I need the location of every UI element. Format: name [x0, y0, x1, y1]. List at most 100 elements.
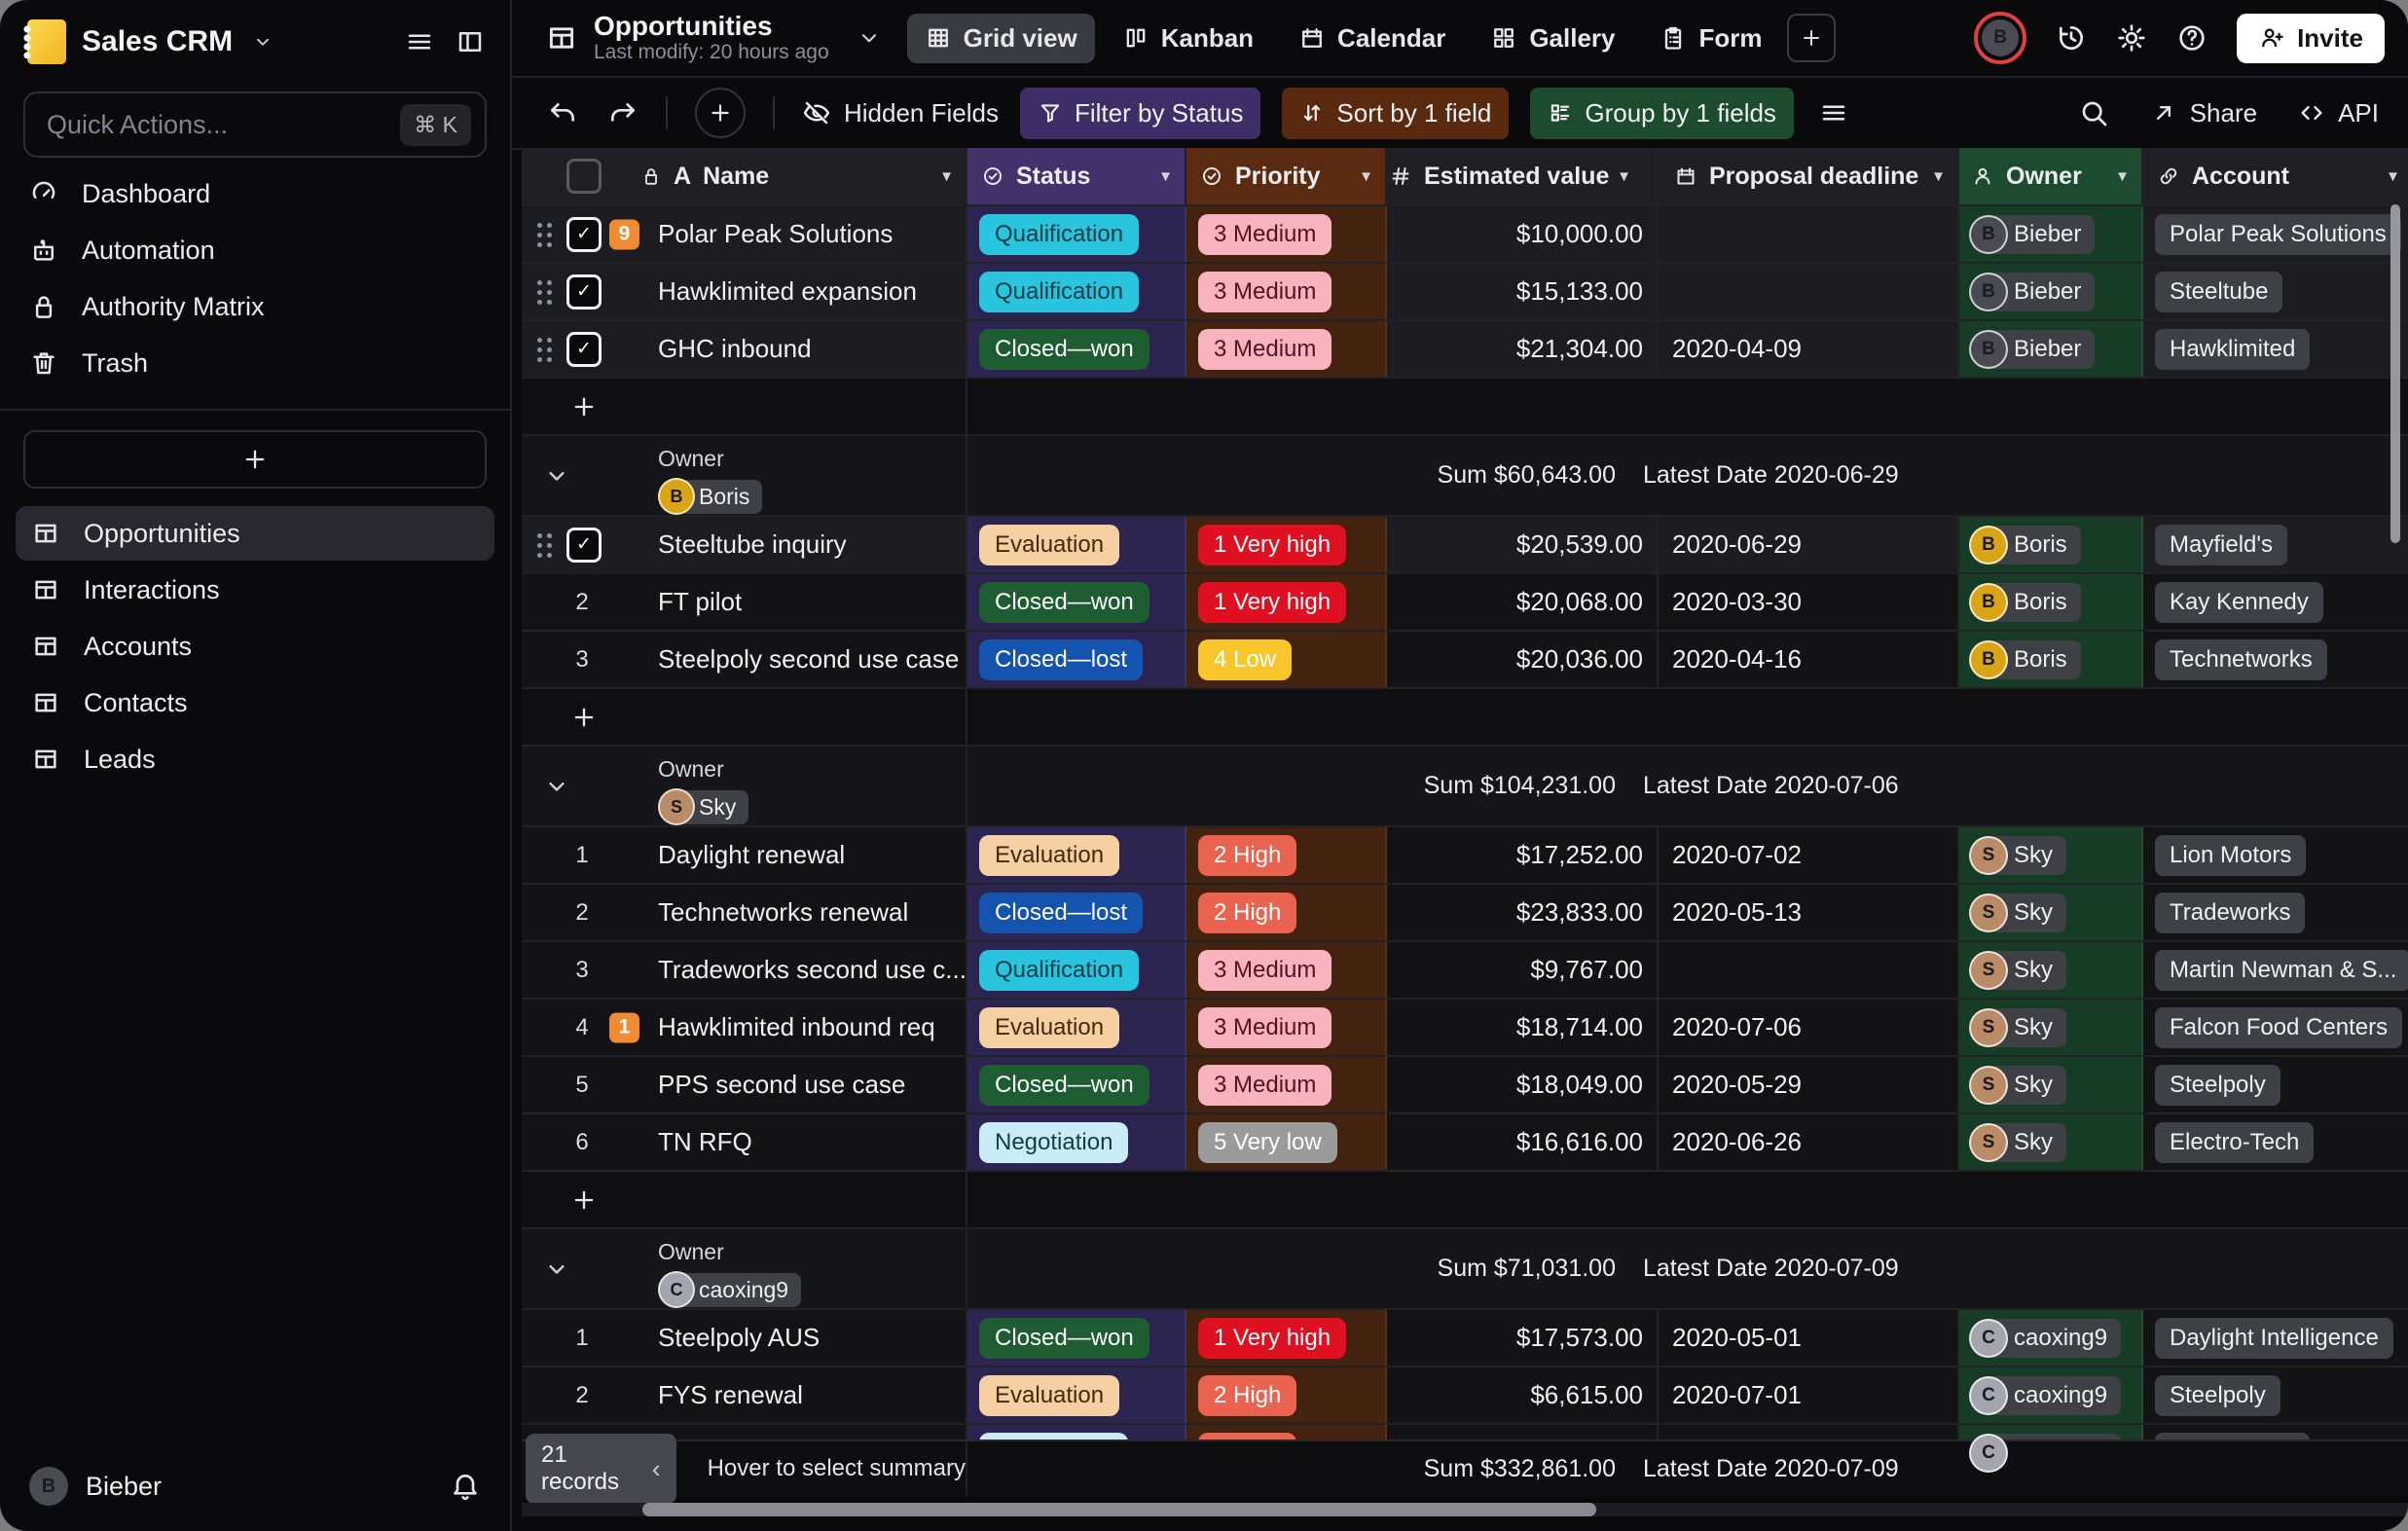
cell-proposal-deadline[interactable]: 2020-03-30 [1659, 574, 1959, 630]
user-avatar[interactable]: B [29, 1467, 68, 1506]
record-name[interactable]: FT pilot [658, 587, 742, 617]
add-row-cell[interactable] [522, 1172, 967, 1227]
cell-priority[interactable]: 3 Medium [1186, 206, 1387, 262]
cell-owner[interactable]: Ccaoxing9 [1959, 1367, 2143, 1423]
add-row[interactable] [522, 379, 2408, 436]
cell-name[interactable]: 3Tradeworks second use c... [522, 942, 967, 998]
share-button[interactable]: Share [2150, 98, 2257, 128]
cell-status[interactable]: Evaluation [967, 1367, 1186, 1423]
footer-latest-date[interactable]: Latest Date 2020-07-09 [1629, 1455, 1928, 1483]
cell-priority[interactable]: 3 Medium [1186, 942, 1387, 998]
sort-caret-icon[interactable]: ▼ [939, 168, 954, 185]
cell-account[interactable]: Mayfield's [2143, 517, 2408, 572]
cell-priority[interactable]: 2 High [1186, 827, 1387, 883]
table-row[interactable]: ✓GHC inboundClosed—won3 Medium$21,304.00… [522, 321, 2408, 379]
footer-sum[interactable]: Sum $332,861.00 [1360, 1455, 1629, 1483]
cell-priority[interactable]: 3 Medium [1186, 264, 1387, 319]
record-name[interactable]: PPS second use case [658, 1070, 905, 1100]
cell-name[interactable]: 5PPS second use case [522, 1057, 967, 1112]
group-header-row[interactable]: OwnerBBorisSum $60,643.00Latest Date 202… [522, 436, 2408, 517]
cell-name[interactable]: 3Steelpoly second use case [522, 632, 967, 687]
cell-owner[interactable]: BBieber [1959, 206, 2143, 262]
cell-priority[interactable]: 1 Very high [1186, 574, 1387, 630]
cell-name[interactable]: 1Steelpoly AUS [522, 1310, 967, 1366]
select-all-checkbox[interactable] [566, 159, 602, 194]
view-tab-calendar[interactable]: Calendar [1281, 14, 1463, 63]
cell-proposal-deadline[interactable] [1659, 264, 1959, 319]
cell-proposal-deadline[interactable]: 2020-06-26 [1659, 1114, 1959, 1170]
menu-icon[interactable] [405, 27, 434, 56]
cell-priority[interactable]: 5 Very low [1186, 1114, 1387, 1170]
cell-estimated-value[interactable]: $15,133.00 [1387, 264, 1659, 319]
cell-owner[interactable]: BBoris [1959, 632, 2143, 687]
help-icon[interactable] [2176, 22, 2207, 54]
sort-caret-icon[interactable]: ▼ [1931, 168, 1946, 185]
cell-estimated-value[interactable]: $20,539.00 [1387, 517, 1659, 572]
sidebar-item-dashboard[interactable]: Dashboard [0, 165, 510, 222]
column-header-owner[interactable]: Owner▼ [1959, 148, 2143, 204]
record-name[interactable]: TN RFQ [658, 1127, 752, 1157]
table-row[interactable]: ✓Hawklimited expansionQualification3 Med… [522, 264, 2408, 321]
sort-caret-icon[interactable]: ▼ [1158, 168, 1173, 185]
cell-owner[interactable]: SSky [1959, 1000, 2143, 1055]
cell-account[interactable]: Kay Kennedy [2143, 574, 2408, 630]
horizontal-scrollbar[interactable] [642, 1503, 1596, 1516]
table-row[interactable]: 2Technetworks renewalClosed—lost2 High$2… [522, 885, 2408, 942]
table-row[interactable]: 1Steelpoly AUSClosed—won1 Very high$17,5… [522, 1310, 2408, 1367]
column-header-status[interactable]: Status▼ [967, 148, 1186, 204]
sidebar-item-authority-matrix[interactable]: Authority Matrix [0, 278, 510, 335]
cell-owner[interactable]: BBieber [1959, 264, 2143, 319]
record-name[interactable]: Hawklimited inbound req [658, 1012, 935, 1042]
collaborator-avatar[interactable]: B [1974, 12, 2026, 64]
column-header-name[interactable]: AName▼ [522, 148, 967, 204]
sidebar-table-opportunities[interactable]: Opportunities [16, 506, 494, 561]
cell-status[interactable]: Evaluation [967, 517, 1186, 572]
redo-icon[interactable] [607, 97, 638, 128]
notifications-bell-icon[interactable] [450, 1471, 481, 1502]
cell-name[interactable]: 2FYS renewal [522, 1367, 967, 1423]
cell-estimated-value[interactable]: $17,252.00 [1387, 827, 1659, 883]
cell-status[interactable]: Qualification [967, 264, 1186, 319]
record-count-badge[interactable]: 21 records ‹ [526, 1434, 676, 1504]
quick-actions-input[interactable]: Quick Actions... ⌘ K [23, 91, 487, 158]
gear-icon[interactable] [2116, 22, 2147, 54]
cell-account[interactable]: Steelpoly [2143, 1367, 2408, 1423]
cell-estimated-value[interactable]: $18,714.00 [1387, 1000, 1659, 1055]
sidebar-table-interactions[interactable]: Interactions [16, 563, 494, 617]
cell-proposal-deadline[interactable] [1659, 206, 1959, 262]
cell-name[interactable]: ✓9Polar Peak Solutions [522, 206, 967, 262]
cell-account[interactable]: Lion Motors [2143, 827, 2408, 883]
row-checkbox[interactable]: ✓ [566, 217, 602, 252]
cell-account[interactable]: Hawklimited [2143, 321, 2408, 377]
cell-name[interactable]: ✓Hawklimited expansion [522, 264, 967, 319]
cell-owner[interactable]: SSky [1959, 1057, 2143, 1112]
table-row[interactable]: 2FYS renewalEvaluation2 High$6,615.00202… [522, 1367, 2408, 1425]
cell-estimated-value[interactable]: $6,615.00 [1387, 1367, 1659, 1423]
table-row[interactable]: 3Steelpoly second use caseClosed—lost4 L… [522, 632, 2408, 689]
cell-priority[interactable]: 1 Very high [1186, 1310, 1387, 1366]
cell-estimated-value[interactable]: $20,068.00 [1387, 574, 1659, 630]
cell-owner[interactable]: SSky [1959, 885, 2143, 940]
cell-account[interactable]: Tradeworks [2143, 885, 2408, 940]
cell-status[interactable]: Qualification [967, 942, 1186, 998]
undo-icon[interactable] [547, 97, 578, 128]
record-name[interactable]: Hawklimited expansion [658, 276, 917, 307]
group-header-row[interactable]: OwnerCcaoxing9Sum $71,031.00Latest Date … [522, 1229, 2408, 1310]
cell-estimated-value[interactable]: $18,049.00 [1387, 1057, 1659, 1112]
cell-name[interactable]: 1Daylight renewal [522, 827, 967, 883]
cell-account[interactable]: Steeltube [2143, 264, 2408, 319]
cell-proposal-deadline[interactable]: 2020-07-06 [1659, 1000, 1959, 1055]
cell-estimated-value[interactable]: $21,304.00 [1387, 321, 1659, 377]
view-tab-form[interactable]: Form [1642, 14, 1779, 63]
drag-handle-icon[interactable] [537, 533, 542, 538]
cell-priority[interactable]: 3 Medium [1186, 1057, 1387, 1112]
drag-handle-icon[interactable] [537, 338, 542, 343]
cell-status[interactable]: Negotiation [967, 1114, 1186, 1170]
cell-proposal-deadline[interactable]: 2020-05-01 [1659, 1310, 1959, 1366]
view-tab-gallery[interactable]: Gallery [1473, 14, 1632, 63]
column-header-deadline[interactable]: Proposal deadline▼ [1659, 148, 1959, 204]
cell-estimated-value[interactable]: $23,833.00 [1387, 885, 1659, 940]
table-row[interactable]: ✓9Polar Peak SolutionsQualification3 Med… [522, 206, 2408, 264]
cell-owner[interactable]: Ccaoxing9 [1959, 1310, 2143, 1366]
cell-account[interactable]: Daylight Intelligence [2143, 1310, 2408, 1366]
